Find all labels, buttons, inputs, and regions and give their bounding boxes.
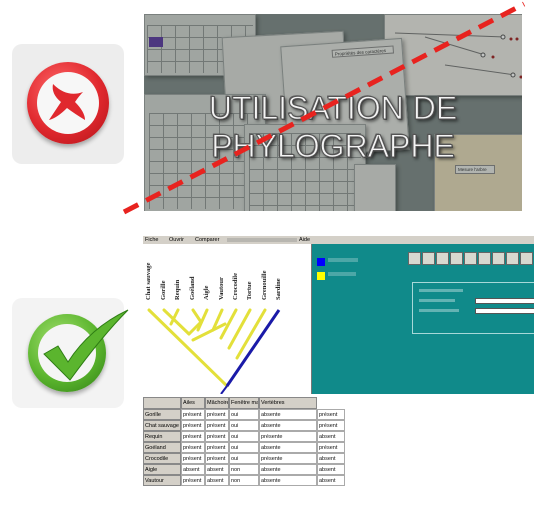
table-cell[interactable]: oui: [229, 420, 259, 431]
menu-aide[interactable]: Aide: [299, 236, 310, 244]
table-cell[interactable]: présent: [317, 409, 345, 420]
menu-fiche[interactable]: Fiche: [145, 236, 158, 244]
check-mark-icon: [28, 309, 129, 392]
table-cell[interactable]: non: [229, 475, 259, 486]
settings-group: [412, 282, 534, 334]
table-cell[interactable]: oui: [229, 453, 259, 464]
table-header: Fenêtre mandibulaire: [229, 397, 259, 409]
table-cell[interactable]: absente: [259, 475, 317, 486]
table-cell[interactable]: présent: [205, 453, 229, 464]
table-cell[interactable]: non: [229, 464, 259, 475]
table-cell[interactable]: absent: [181, 464, 205, 475]
toolbar-button[interactable]: [436, 252, 449, 265]
table-header: Ailes: [181, 397, 205, 409]
toolbar-button[interactable]: [478, 252, 491, 265]
toolbar-button[interactable]: [520, 252, 533, 265]
table-cell[interactable]: absente: [259, 409, 317, 420]
table-row-header[interactable]: Chat sauvage: [143, 420, 181, 431]
toolbar-button[interactable]: [506, 252, 519, 265]
table-header: Vertèbres: [259, 397, 317, 409]
toolbar-button[interactable]: [450, 252, 463, 265]
table-cell[interactable]: oui: [229, 442, 259, 453]
table-header: [143, 397, 181, 409]
character-table: Ailes Mâchoire Fenêtre mandibulaire Vert…: [143, 397, 534, 507]
table-cell[interactable]: présent: [181, 475, 205, 486]
cladogram: [147, 308, 281, 394]
correct-badge: [12, 298, 129, 408]
menu-ouvrir[interactable]: Ouvrir: [169, 236, 184, 244]
table-cell[interactable]: absent: [317, 431, 345, 442]
table-cell[interactable]: présent: [181, 453, 205, 464]
wrong-badge: [12, 44, 124, 164]
table-cell[interactable]: présent: [205, 409, 229, 420]
length-input[interactable]: [475, 298, 534, 304]
legend-blue-swatch: [317, 258, 325, 266]
table-cell[interactable]: présent: [205, 442, 229, 453]
depth-input[interactable]: [475, 308, 534, 314]
banner-title-line1: UTILISATION DE: [208, 90, 458, 127]
table-cell[interactable]: absente: [259, 442, 317, 453]
toolbar-button[interactable]: [408, 252, 421, 265]
table-cell[interactable]: absente: [259, 420, 317, 431]
banner-title-line2: PHYLOGRAPHE: [211, 128, 456, 165]
table-cell[interactable]: présente: [259, 431, 317, 442]
menu-comparer[interactable]: Comparer: [195, 236, 219, 244]
table-cell[interactable]: présent: [317, 420, 345, 431]
toolbar-button[interactable]: [464, 252, 477, 265]
table-cell[interactable]: présent: [205, 431, 229, 442]
phylogenetic-tree-panel[interactable]: Chat sauvage Gorille Requin Goéland Aigl…: [143, 244, 312, 394]
table-cell[interactable]: présent: [181, 442, 205, 453]
properties-panel: [312, 244, 534, 394]
table-row-header[interactable]: Vautour: [143, 475, 181, 486]
table-row-header[interactable]: Aigle: [143, 464, 181, 475]
table-row-header[interactable]: Requin: [143, 431, 181, 442]
table-cell[interactable]: présent: [181, 409, 205, 420]
table-cell[interactable]: présent: [181, 431, 205, 442]
table-cell[interactable]: absent: [317, 453, 345, 464]
table-cell[interactable]: oui: [229, 431, 259, 442]
table-cell[interactable]: présente: [259, 453, 317, 464]
toolbar-button[interactable]: [422, 252, 435, 265]
table-row-header[interactable]: Gorille: [143, 409, 181, 420]
table-header: Mâchoire: [205, 397, 229, 409]
table-cell[interactable]: absent: [205, 464, 229, 475]
menu-bar: Fiche Ouvrir Comparer Aide: [143, 236, 534, 244]
legend-yellow-swatch: [317, 272, 325, 280]
table-cell[interactable]: présent: [205, 420, 229, 431]
toolbar-button[interactable]: [492, 252, 505, 265]
table-cell[interactable]: présent: [181, 420, 205, 431]
wrong-cross-icon: [27, 62, 109, 144]
table-row-header[interactable]: Goéland: [143, 442, 181, 453]
table-cell[interactable]: présent: [317, 442, 345, 453]
table-cell[interactable]: absent: [205, 475, 229, 486]
table-row-header[interactable]: Crocodile: [143, 453, 181, 464]
table-cell[interactable]: oui: [229, 409, 259, 420]
table-cell[interactable]: absent: [317, 464, 345, 475]
table-cell[interactable]: absent: [317, 475, 345, 486]
phylographe-app-screenshot: Fiche Ouvrir Comparer Aide Chat sauvage …: [143, 236, 534, 507]
phylographe-banner-image: Propriétés des caractères Mesure l'arbre…: [144, 14, 522, 211]
table-cell[interactable]: absente: [259, 464, 317, 475]
